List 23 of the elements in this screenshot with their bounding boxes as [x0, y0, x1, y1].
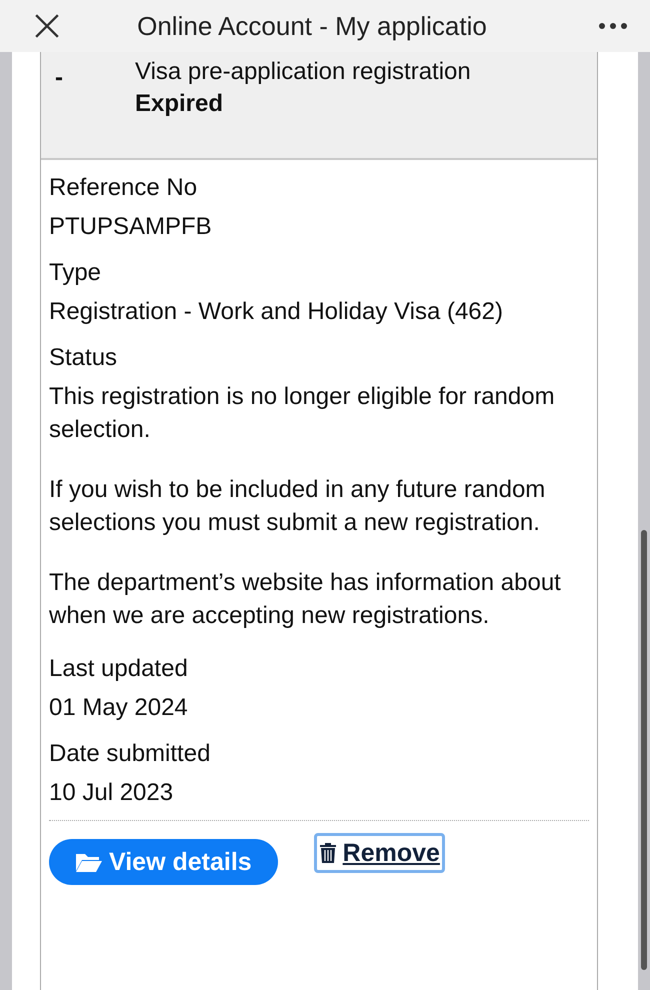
card-title: Visa pre-application registration	[135, 57, 471, 87]
scrollbar[interactable]	[641, 530, 647, 970]
field-label: Status	[49, 343, 118, 373]
field-value: PTUPSAMPFB	[49, 212, 213, 242]
field-label: Reference No	[49, 173, 198, 203]
folder-icon	[75, 851, 103, 873]
remove-link[interactable]: Remove	[314, 833, 445, 873]
field-value: If you wish to be included in any future random selections you must submit a new registration.	[49, 475, 546, 538]
field-value: This registration is no longer eligible for random selection.	[49, 382, 556, 445]
field-value: 01 May 2024	[49, 693, 189, 723]
close-icon[interactable]	[34, 13, 60, 39]
field-value: 10 Jul 2023	[49, 778, 174, 808]
collapse-toggle[interactable]: -	[55, 64, 75, 92]
field-value: Registration - Work and Holiday Visa (462)	[49, 297, 504, 327]
field-label: Type	[49, 258, 102, 288]
window-title: Online Account - My applicatio	[136, 10, 488, 42]
field-value: The department’s website has information about when we are accepting new registrations.	[49, 568, 562, 631]
more-icon[interactable]	[598, 22, 628, 30]
field-label: Date submitted	[49, 739, 212, 769]
field-label: Last updated	[49, 654, 189, 684]
status-text: Expired	[135, 89, 224, 119]
trash-icon	[318, 842, 337, 864]
view-details-button[interactable]: View details	[49, 839, 278, 885]
